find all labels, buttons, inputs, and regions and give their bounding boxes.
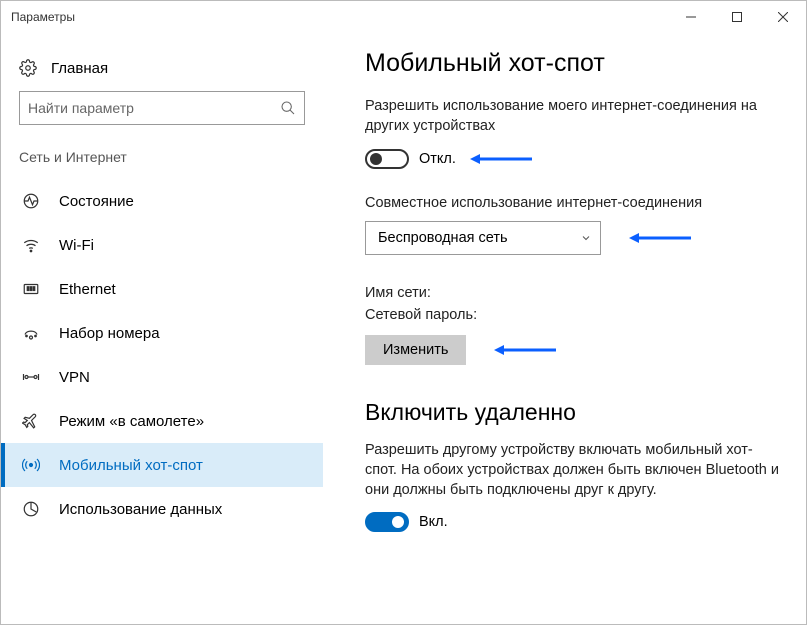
share-description: Разрешить использование моего интернет-с… bbox=[365, 96, 780, 137]
titlebar: Параметры bbox=[1, 1, 806, 33]
page-heading: Мобильный хот-спот bbox=[365, 49, 780, 78]
share-from-label: Совместное использование интернет-соедин… bbox=[365, 195, 780, 211]
window-title: Параметры bbox=[11, 10, 668, 24]
remote-description: Разрешить другому устройству включать мо… bbox=[365, 440, 780, 501]
chevron-down-icon bbox=[580, 232, 592, 244]
sidebar-item-status[interactable]: Состояние bbox=[1, 179, 323, 223]
toggle-off-label: Откл. bbox=[419, 151, 456, 167]
data-usage-icon bbox=[19, 500, 43, 518]
hotspot-toggle[interactable] bbox=[365, 149, 409, 169]
ethernet-icon bbox=[19, 280, 43, 298]
network-password-label: Сетевой пароль: bbox=[365, 307, 780, 323]
close-button[interactable] bbox=[760, 1, 806, 33]
sidebar-item-dialup[interactable]: Набор номера bbox=[1, 311, 323, 355]
home-label: Главная bbox=[51, 60, 108, 77]
remote-heading: Включить удаленно bbox=[365, 399, 780, 426]
sidebar-item-ethernet[interactable]: Ethernet bbox=[1, 267, 323, 311]
sidebar-item-label: Использование данных bbox=[59, 501, 222, 518]
sidebar-item-label: Мобильный хот-спот bbox=[59, 457, 203, 474]
toggle-knob bbox=[370, 153, 382, 165]
sidebar-item-vpn[interactable]: VPN bbox=[1, 355, 323, 399]
sidebar-item-airplane[interactable]: Режим «в самолете» bbox=[1, 399, 323, 443]
annotation-arrow-icon bbox=[494, 343, 556, 357]
sidebar-item-label: Ethernet bbox=[59, 281, 116, 298]
search-input[interactable]: Найти параметр bbox=[19, 91, 305, 125]
gear-icon bbox=[19, 59, 37, 77]
search-icon bbox=[280, 100, 296, 116]
hotspot-icon bbox=[19, 456, 43, 474]
toggle-on-label: Вкл. bbox=[419, 514, 448, 530]
search-placeholder: Найти параметр bbox=[28, 100, 280, 116]
sidebar-item-hotspot[interactable]: Мобильный хот-спот bbox=[1, 443, 323, 487]
network-name-label: Имя сети: bbox=[365, 285, 780, 301]
home-button[interactable]: Главная bbox=[1, 51, 323, 91]
main-panel: Мобильный хот-спот Разрешить использован… bbox=[323, 33, 806, 626]
edit-button[interactable]: Изменить bbox=[365, 335, 466, 365]
annotation-arrow-icon bbox=[629, 231, 691, 245]
sidebar: Главная Найти параметр Сеть и Интернет С… bbox=[1, 33, 323, 626]
toggle-knob bbox=[392, 516, 404, 528]
sidebar-item-wifi[interactable]: Wi-Fi bbox=[1, 223, 323, 267]
vpn-icon bbox=[19, 368, 43, 386]
dropdown-value: Беспроводная сеть bbox=[378, 230, 508, 246]
sidebar-item-label: Состояние bbox=[59, 193, 134, 210]
window-controls bbox=[668, 1, 806, 33]
maximize-button[interactable] bbox=[714, 1, 760, 33]
section-label: Сеть и Интернет bbox=[1, 143, 323, 179]
sidebar-item-datausage[interactable]: Использование данных bbox=[1, 487, 323, 531]
sidebar-item-label: Режим «в самолете» bbox=[59, 413, 204, 430]
annotation-arrow-icon bbox=[470, 152, 532, 166]
share-from-dropdown[interactable]: Беспроводная сеть bbox=[365, 221, 601, 255]
sidebar-item-label: VPN bbox=[59, 369, 90, 386]
dialup-icon bbox=[19, 324, 43, 342]
sidebar-item-label: Wi-Fi bbox=[59, 237, 94, 254]
edit-button-label: Изменить bbox=[383, 342, 448, 358]
remote-toggle[interactable] bbox=[365, 512, 409, 532]
minimize-button[interactable] bbox=[668, 1, 714, 33]
wifi-icon bbox=[19, 236, 43, 254]
airplane-icon bbox=[19, 412, 43, 430]
content-area: Главная Найти параметр Сеть и Интернет С… bbox=[1, 33, 806, 626]
sidebar-item-label: Набор номера bbox=[59, 325, 160, 342]
status-icon bbox=[19, 192, 43, 210]
